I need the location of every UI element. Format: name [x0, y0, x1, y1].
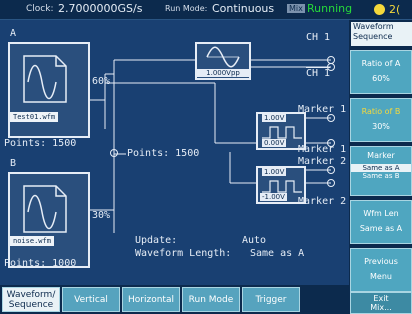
tab-horizontal[interactable]: Horizontal — [122, 287, 180, 312]
ratio-a-label: Ratio of A — [361, 59, 401, 68]
sine-wave-icon — [206, 46, 240, 68]
exit-sub-label: Mix... — [370, 303, 392, 312]
marker2-label-a: Marker 2 — [298, 156, 347, 167]
ratio-a-value: 60% — [372, 74, 390, 83]
wave-a-ratio: 60% — [92, 76, 111, 87]
mix-points: Points: 1500 — [127, 148, 200, 159]
status-bar: Clock: 2.7000000GS/s Run Mode: Continuou… — [0, 0, 412, 20]
side-menu-title: Waveform Sequence — [351, 22, 412, 46]
wave-a-box[interactable] — [8, 42, 90, 138]
clock-value: 2.7000000GS/s — [58, 2, 143, 15]
marker1-label-a: Marker 1 — [298, 104, 347, 115]
previous-label: Previous — [364, 257, 398, 266]
output-dot-icon — [327, 179, 335, 187]
marker2-label-b: Marker 2 — [298, 196, 347, 207]
filter-value: 1.000Vpp — [197, 69, 249, 77]
wave-a-title: A — [10, 28, 17, 39]
marker1-label-b: Marker 1 — [298, 144, 347, 155]
wfm-length-value: Same as A — [359, 224, 403, 233]
run-state: Running — [307, 2, 353, 15]
run-mode-label: Run Mode: — [165, 4, 208, 13]
wave-b-filename: noise.wfm — [10, 236, 54, 246]
ch1-bar-label: CH 1 — [306, 68, 331, 79]
tab-trigger[interactable]: Trigger — [242, 287, 300, 312]
filter-block[interactable]: 1.000Vpp — [195, 42, 251, 80]
ratio-b-button[interactable]: Ratio of B 30% — [350, 98, 412, 142]
mix-diagram-panel: A Test01.wfm Points: 1500 60% Points: 15… — [0, 20, 349, 285]
length-value: Same as A — [250, 248, 305, 259]
update-value: Auto — [242, 235, 267, 246]
run-mode-value: Continuous — [212, 2, 275, 15]
wave-b-points: Points: 1000 — [4, 258, 77, 269]
mix-badge: Mix — [287, 4, 305, 13]
waveform-file-icon — [23, 55, 67, 103]
length-label: Waveform Length: — [135, 248, 232, 259]
previous-menu-button[interactable]: Previous Menu — [350, 248, 412, 292]
waveform-file-icon — [23, 185, 67, 233]
tab-run-mode[interactable]: Run Mode — [182, 287, 240, 312]
wave-b-title: B — [10, 158, 17, 169]
page-indicator: 2( — [389, 3, 401, 16]
exit-mix-button[interactable]: Exit Mix... — [350, 292, 412, 314]
pulse-icon — [262, 180, 302, 193]
wave-b-box[interactable] — [8, 172, 90, 268]
output-dot-icon — [327, 63, 335, 71]
wave-a-filename: Test01.wfm — [10, 112, 59, 122]
exit-label: Exit — [373, 294, 389, 303]
marker2-high: 1.00V — [262, 168, 287, 176]
tab-vertical[interactable]: Vertical — [62, 287, 120, 312]
ratio-a-button[interactable]: Ratio of A 60% — [350, 50, 412, 94]
marker-option-a[interactable]: Same as A — [351, 164, 411, 172]
ratio-b-value: 30% — [372, 122, 390, 131]
output-dot-icon — [327, 114, 335, 122]
output-dot-icon — [327, 139, 335, 147]
marker1-high: 1.00V — [262, 114, 287, 122]
ratio-b-label: Ratio of B — [361, 107, 401, 116]
marker1-low: 0.00V — [262, 139, 287, 147]
clock-label: Clock: — [26, 4, 54, 14]
marker-button[interactable]: Marker Same as A Same as B — [350, 146, 412, 196]
side-title-line1: Waveform — [353, 22, 394, 31]
wfm-length-button[interactable]: Wfm Len Same as A — [350, 200, 412, 244]
side-menu: Waveform Sequence Ratio of A 60% Ratio o… — [349, 20, 412, 314]
marker2-low: -1.00V — [260, 193, 287, 201]
mix-junction-icon — [110, 149, 118, 157]
tab-waveform-sequence[interactable]: Waveform/ Sequence — [2, 287, 60, 312]
marker-option-b[interactable]: Same as B — [351, 172, 411, 180]
wfm-length-label: Wfm Len — [363, 209, 399, 218]
bottom-tab-bar: Waveform/ Sequence Vertical Horizontal R… — [0, 285, 349, 314]
update-label: Update: — [135, 235, 178, 246]
ch1-label: CH 1 — [306, 32, 331, 43]
pulse-icon — [262, 126, 302, 139]
wave-a-points: Points: 1500 — [4, 138, 77, 149]
wave-b-ratio: 30% — [92, 210, 111, 221]
side-title-line2: Sequence — [353, 32, 393, 41]
marker-label: Marker — [367, 151, 395, 160]
status-light-icon — [374, 4, 385, 15]
output-dot-icon — [327, 166, 335, 174]
previous-sub-label: Menu — [370, 272, 392, 281]
